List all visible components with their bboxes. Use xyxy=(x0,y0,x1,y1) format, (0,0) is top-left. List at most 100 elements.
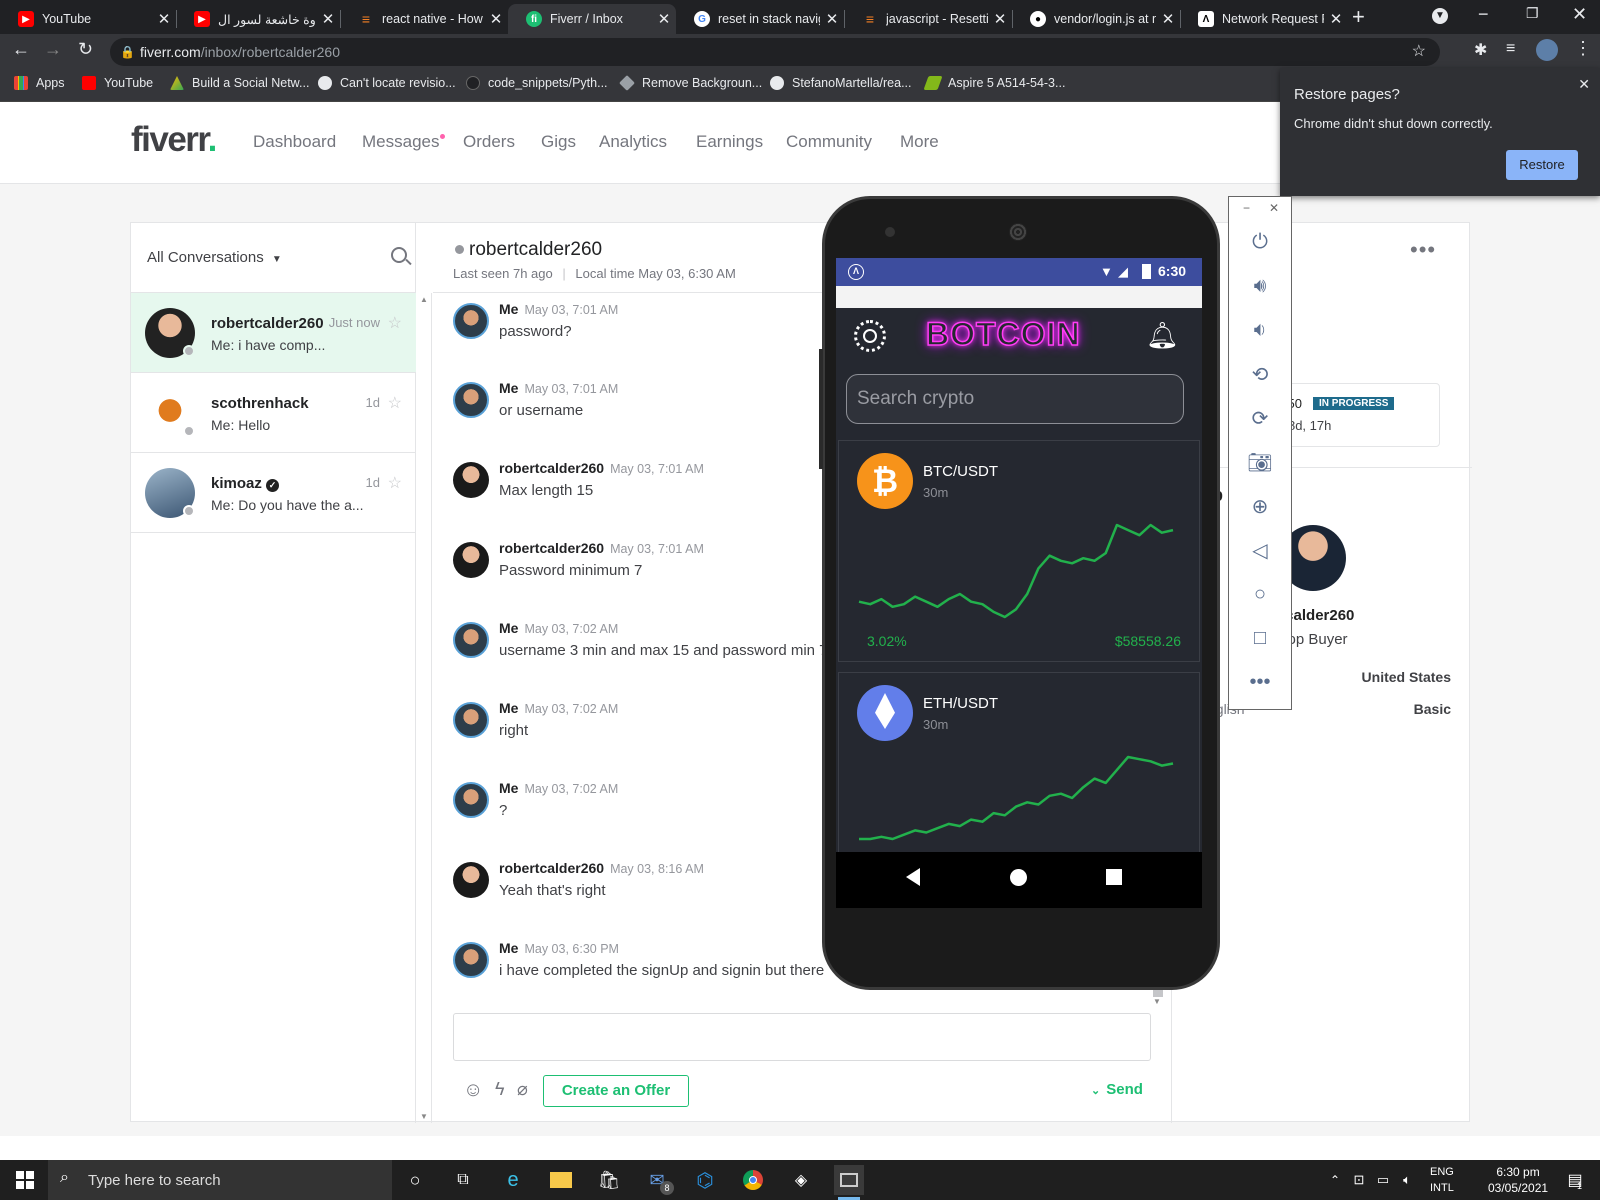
file-explorer-icon[interactable] xyxy=(546,1165,576,1195)
volume-down-icon[interactable]: 🔉︎ xyxy=(1247,317,1273,343)
forward-icon[interactable]: → xyxy=(44,39,62,60)
android-home-icon[interactable] xyxy=(1010,869,1027,886)
tab-search-icon[interactable]: ▼ xyxy=(1432,8,1448,24)
vscode-icon[interactable]: ⌬ xyxy=(690,1165,720,1195)
restore-window-icon[interactable]: ❐ xyxy=(1526,5,1539,22)
taskbar-search-box[interactable]: ⌕ Type here to search xyxy=(48,1160,392,1200)
close-tab-icon[interactable]: ✕ xyxy=(988,10,1012,28)
bookmark-youtube[interactable]: YouTube xyxy=(82,76,153,90)
close-tab-icon[interactable]: ✕ xyxy=(1324,10,1348,28)
nav-messages[interactable]: Messages xyxy=(362,132,439,152)
profile-avatar[interactable] xyxy=(1536,39,1558,61)
star-icon[interactable]: ☆ xyxy=(388,473,402,493)
android-back-icon[interactable] xyxy=(906,868,920,886)
close-tab-icon[interactable]: ✕ xyxy=(484,10,508,28)
extensions-icon[interactable]: ✱ xyxy=(1474,40,1487,60)
new-tab-icon[interactable]: + xyxy=(1352,4,1365,30)
conversation-item[interactable]: kimoaz ✓ 1d ☆ Me: Do you have the a... xyxy=(131,453,416,533)
browser-tab[interactable]: Λ Network Request Fa ✕ xyxy=(1180,4,1348,34)
chrome-icon[interactable] xyxy=(738,1165,768,1195)
browser-tab[interactable]: ● vendor/login.js at m ✕ xyxy=(1012,4,1180,34)
language-indicator[interactable]: ENG INTL xyxy=(1430,1164,1454,1196)
more-icon[interactable]: ••• xyxy=(1247,669,1273,695)
volume-up-icon[interactable]: 🔊︎ xyxy=(1247,273,1273,299)
search-crypto-input[interactable]: Search crypto xyxy=(846,374,1184,424)
emoji-icon[interactable]: ☺ xyxy=(463,1079,483,1102)
nav-more[interactable]: More xyxy=(900,132,939,152)
send-button[interactable]: ⌄ Send xyxy=(1091,1081,1143,1098)
restore-button[interactable]: Restore xyxy=(1506,150,1578,180)
bell-icon[interactable]: 🔔︎ xyxy=(1146,320,1179,351)
chat-contact-name[interactable]: robertcalder260 xyxy=(469,239,602,261)
crypto-card-eth[interactable]: ETH/USDT 30m xyxy=(838,672,1200,862)
reload-icon[interactable]: ↻ xyxy=(78,39,93,60)
browser-tab[interactable]: ▶ YouTube ✕ xyxy=(0,4,176,34)
speaker-icon[interactable]: 🔈︎ xyxy=(1392,1165,1422,1195)
chevron-down-icon[interactable]: ⌄ xyxy=(1091,1085,1100,1097)
conversation-list-scrollbar[interactable]: ▲ ▼ xyxy=(416,293,432,1123)
conversation-item-active[interactable]: robertcalder260 Just now ☆ Me: i have co… xyxy=(131,293,416,373)
more-options-icon[interactable]: ••• xyxy=(1410,237,1436,263)
edge-icon[interactable]: e xyxy=(498,1165,528,1195)
minimize-window-icon[interactable]: − xyxy=(1478,4,1489,25)
scroll-up-icon[interactable]: ▲ xyxy=(420,295,428,304)
bookmark-github-revision[interactable]: Can't locate revisio... xyxy=(318,76,456,90)
power-icon[interactable]: ⏻ xyxy=(1247,229,1273,255)
back-icon[interactable]: ← xyxy=(12,39,30,60)
quick-response-icon[interactable]: ϟ xyxy=(495,1079,505,1100)
rotate-right-icon[interactable]: ⟳ xyxy=(1247,405,1273,431)
camera-icon[interactable]: 📷︎ xyxy=(1247,449,1273,475)
home-circle-icon[interactable]: ○ xyxy=(1247,581,1273,607)
star-icon[interactable]: ☆ xyxy=(388,393,402,413)
close-tab-icon[interactable]: ✕ xyxy=(1156,10,1180,28)
close-icon[interactable]: ✕ xyxy=(1269,201,1279,215)
android-studio-icon[interactable]: ◈ xyxy=(786,1165,816,1195)
fiverr-logo[interactable]: fiverr. xyxy=(131,120,217,160)
bookmark-apps[interactable]: Apps xyxy=(14,76,65,90)
emulator-taskbar-icon[interactable] xyxy=(834,1165,864,1195)
chrome-menu-icon[interactable]: ⋮ xyxy=(1574,38,1592,59)
browser-tab-active[interactable]: fi Fiverr / Inbox ✕ xyxy=(508,4,676,34)
bookmark-social-network[interactable]: Build a Social Netw... xyxy=(170,76,309,90)
bookmark-star-icon[interactable]: ☆ xyxy=(1412,38,1426,66)
rotate-left-icon[interactable]: ⟲ xyxy=(1247,361,1273,387)
browser-tab[interactable]: ▶ تلاوة خاشعة لسور ال ✕ xyxy=(176,4,340,34)
address-bar[interactable]: 🔒 fiverr.com/inbox/robertcalder260 ☆ xyxy=(110,38,1440,66)
bookmark-remove-background[interactable]: Remove Backgroun... xyxy=(619,75,762,91)
conversation-filter-dropdown[interactable]: All Conversations ▼ xyxy=(147,249,282,266)
nav-dashboard[interactable]: Dashboard xyxy=(253,132,336,152)
bookmark-code-snippets[interactable]: code_snippets/Pyth... xyxy=(466,76,608,90)
system-clock[interactable]: 6:30 pm 03/05/2021 xyxy=(1488,1164,1548,1196)
bookmark-aspire[interactable]: Aspire 5 A514-54-3... xyxy=(923,76,1065,90)
minimize-icon[interactable]: − xyxy=(1243,201,1250,215)
bookmark-stefano[interactable]: StefanoMartella/rea... xyxy=(770,76,912,90)
search-icon[interactable] xyxy=(391,247,412,266)
star-icon[interactable]: ☆ xyxy=(388,313,402,333)
close-icon[interactable]: ✕ xyxy=(1578,76,1590,93)
close-window-icon[interactable]: ✕ xyxy=(1572,4,1587,25)
nav-orders[interactable]: Orders xyxy=(463,132,515,152)
notification-center-icon[interactable]: ▤ 1 xyxy=(1560,1165,1590,1195)
gear-icon[interactable] xyxy=(854,320,886,352)
browser-tab[interactable]: ≡ react native - How ✕ xyxy=(340,4,508,34)
message-input[interactable] xyxy=(453,1013,1151,1061)
back-triangle-icon[interactable]: ◁ xyxy=(1247,537,1273,563)
nav-analytics[interactable]: Analytics xyxy=(599,132,667,152)
browser-tab[interactable]: G reset in stack navig ✕ xyxy=(676,4,844,34)
windows-start-icon[interactable] xyxy=(10,1165,40,1195)
create-offer-button[interactable]: Create an Offer xyxy=(543,1075,689,1107)
task-view-icon[interactable]: ⧉ xyxy=(448,1165,478,1195)
crypto-card-btc[interactable]: ₿ BTC/USDT 30m 3.02% $58558.26 xyxy=(838,440,1200,662)
scroll-down-icon[interactable]: ▼ xyxy=(1153,997,1167,1006)
scroll-down-icon[interactable]: ▼ xyxy=(420,1112,428,1121)
overview-square-icon[interactable]: □ xyxy=(1247,625,1273,651)
cortana-icon[interactable]: ○ xyxy=(400,1165,430,1195)
conversation-item[interactable]: scothrenhack 1d ☆ Me: Hello xyxy=(131,373,416,453)
close-tab-icon[interactable]: ✕ xyxy=(652,10,676,28)
media-control-icon[interactable]: ≡ xyxy=(1506,40,1515,58)
nav-gigs[interactable]: Gigs xyxy=(541,132,576,152)
zoom-icon[interactable]: ⊕ xyxy=(1247,493,1273,519)
close-tab-icon[interactable]: ✕ xyxy=(152,10,176,28)
android-recents-icon[interactable] xyxy=(1106,869,1122,885)
attachment-icon[interactable]: ⌀ xyxy=(517,1079,528,1100)
